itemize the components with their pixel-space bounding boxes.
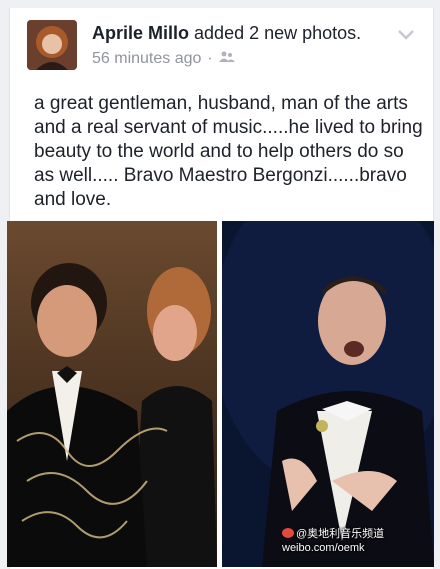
meta-separator: ·	[207, 50, 213, 67]
timestamp[interactable]: 56 minutes ago	[92, 50, 201, 68]
author-name[interactable]: Aprile Millo	[92, 23, 189, 43]
watermark-line1: @奥地利音乐频道	[296, 528, 385, 540]
avatar[interactable]	[27, 20, 77, 70]
post-header: Aprile Millo added 2 new photos.	[92, 23, 361, 44]
weibo-logo-icon	[282, 528, 294, 538]
post-body: a great gentleman, husband, man of the a…	[34, 93, 423, 210]
watermark: @奥地利音乐频道 weibo.com/oemk	[282, 527, 432, 555]
watermark-line2: weibo.com/oemk	[282, 542, 365, 554]
post-meta: 56 minutes ago ·	[92, 50, 235, 68]
chevron-down-icon[interactable]	[397, 28, 415, 42]
photo-couple[interactable]	[7, 221, 217, 567]
photo-singer[interactable]	[222, 221, 434, 567]
friends-icon[interactable]	[218, 50, 235, 68]
action-text: added 2 new photos.	[194, 23, 362, 43]
